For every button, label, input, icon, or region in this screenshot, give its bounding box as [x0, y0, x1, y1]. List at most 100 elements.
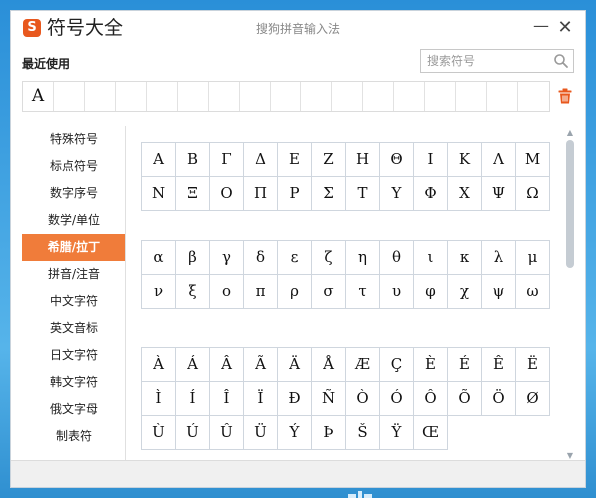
symbol-cell[interactable]: ρ — [278, 275, 312, 309]
symbol-cell[interactable]: Ë — [516, 348, 550, 382]
symbol-cell[interactable]: Ì — [142, 382, 176, 416]
recent-symbol-cell[interactable] — [332, 82, 364, 111]
symbol-cell[interactable]: ζ — [312, 241, 346, 275]
symbol-cell[interactable]: κ — [448, 241, 482, 275]
trash-icon[interactable] — [558, 88, 572, 104]
search-box[interactable] — [420, 49, 574, 73]
symbol-cell[interactable]: υ — [380, 275, 414, 309]
recent-symbol-cell[interactable] — [271, 82, 302, 111]
symbol-cell[interactable]: Η — [346, 143, 380, 177]
category-item[interactable]: 俄文字母 — [22, 396, 126, 423]
symbol-cell[interactable]: ι — [414, 241, 448, 275]
symbol-cell[interactable]: Ξ — [176, 177, 210, 211]
scrollbar[interactable]: ▲ ▼ — [564, 128, 576, 461]
recent-symbol-cell[interactable] — [301, 82, 333, 111]
symbol-cell[interactable]: Î — [210, 382, 244, 416]
recent-symbol-cell[interactable] — [487, 82, 518, 111]
recent-symbol-cell[interactable] — [178, 82, 209, 111]
symbol-cell[interactable]: Ω — [516, 177, 550, 211]
symbol-cell[interactable]: Τ — [346, 177, 380, 211]
symbol-cell[interactable]: Ü — [244, 416, 278, 450]
symbol-cell[interactable]: Ÿ — [380, 416, 414, 450]
recent-symbol-cell[interactable] — [147, 82, 178, 111]
symbol-cell[interactable]: Í — [176, 382, 210, 416]
symbol-cell[interactable]: Â — [210, 348, 244, 382]
symbol-cell[interactable]: μ — [516, 241, 550, 275]
symbol-cell[interactable]: β — [176, 241, 210, 275]
recent-symbol-cell[interactable] — [456, 82, 488, 111]
category-item[interactable]: 日文字符 — [22, 342, 126, 369]
recent-symbol-cell[interactable] — [116, 82, 147, 111]
category-item[interactable]: 数字序号 — [22, 180, 126, 207]
symbol-cell[interactable]: λ — [482, 241, 516, 275]
recent-symbol-cell[interactable] — [240, 82, 271, 111]
category-item[interactable]: 英文音标 — [22, 315, 126, 342]
symbol-cell[interactable]: Γ — [210, 143, 244, 177]
recent-symbol-cell[interactable] — [363, 82, 395, 111]
symbol-cell[interactable]: Π — [244, 177, 278, 211]
symbol-cell[interactable]: É — [448, 348, 482, 382]
symbol-cell[interactable]: γ — [210, 241, 244, 275]
recent-symbol-cell[interactable] — [54, 82, 85, 111]
symbol-cell[interactable]: ο — [210, 275, 244, 309]
symbol-cell[interactable]: ψ — [482, 275, 516, 309]
symbol-cell[interactable]: Χ — [448, 177, 482, 211]
symbol-cell[interactable]: Σ — [312, 177, 346, 211]
symbol-cell[interactable]: Š — [346, 416, 380, 450]
symbol-cell[interactable]: σ — [312, 275, 346, 309]
scrollbar-thumb[interactable] — [566, 140, 574, 268]
symbol-cell[interactable]: È — [414, 348, 448, 382]
symbol-cell[interactable]: Ò — [346, 382, 380, 416]
symbol-cell[interactable]: Λ — [482, 143, 516, 177]
symbol-cell[interactable]: Ý — [278, 416, 312, 450]
category-item[interactable]: 希腊/拉丁 — [22, 234, 126, 261]
category-item[interactable]: 中文字符 — [22, 288, 126, 315]
symbol-cell[interactable]: τ — [346, 275, 380, 309]
symbol-cell[interactable]: Α — [142, 143, 176, 177]
symbol-cell[interactable]: Ç — [380, 348, 414, 382]
category-item[interactable]: 数学/单位 — [22, 207, 126, 234]
category-item[interactable]: 特殊符号 — [22, 126, 126, 153]
symbol-cell[interactable]: Þ — [312, 416, 346, 450]
category-item[interactable]: 制表符 — [22, 423, 126, 450]
symbol-cell[interactable]: Ι — [414, 143, 448, 177]
symbol-cell[interactable]: Κ — [448, 143, 482, 177]
symbol-cell[interactable]: Θ — [380, 143, 414, 177]
search-icon[interactable] — [553, 53, 569, 69]
symbol-cell[interactable]: Ú — [176, 416, 210, 450]
symbol-cell[interactable]: Ê — [482, 348, 516, 382]
symbol-cell[interactable]: Á — [176, 348, 210, 382]
symbol-cell[interactable]: Ε — [278, 143, 312, 177]
symbol-cell[interactable]: Ψ — [482, 177, 516, 211]
symbol-cell[interactable]: α — [142, 241, 176, 275]
symbol-cell[interactable]: δ — [244, 241, 278, 275]
symbol-cell[interactable]: ε — [278, 241, 312, 275]
symbol-cell[interactable]: Ô — [414, 382, 448, 416]
symbol-cell[interactable]: Ñ — [312, 382, 346, 416]
minimize-button[interactable]: — — [531, 16, 551, 36]
symbol-cell[interactable]: φ — [414, 275, 448, 309]
symbol-cell[interactable]: Û — [210, 416, 244, 450]
recent-symbol-cell[interactable] — [85, 82, 116, 111]
symbol-cell[interactable]: Ù — [142, 416, 176, 450]
symbol-cell[interactable]: Ø — [516, 382, 550, 416]
recent-symbol-cell[interactable] — [394, 82, 426, 111]
category-item[interactable]: 拼音/注音 — [22, 261, 126, 288]
scroll-up-arrow-icon[interactable]: ▲ — [564, 128, 576, 138]
symbol-cell[interactable]: ω — [516, 275, 550, 309]
recent-symbol-cell[interactable] — [209, 82, 240, 111]
symbol-cell[interactable]: π — [244, 275, 278, 309]
symbol-cell[interactable]: Ö — [482, 382, 516, 416]
symbol-cell[interactable]: À — [142, 348, 176, 382]
symbol-cell[interactable]: Δ — [244, 143, 278, 177]
symbol-cell[interactable]: Õ — [448, 382, 482, 416]
symbol-cell[interactable]: Ζ — [312, 143, 346, 177]
symbol-cell[interactable]: Φ — [414, 177, 448, 211]
search-input[interactable] — [427, 53, 547, 69]
symbol-cell[interactable]: Å — [312, 348, 346, 382]
close-button[interactable]: ✕ — [555, 18, 575, 38]
recent-symbol-cell[interactable]: A — [23, 82, 54, 111]
symbol-cell[interactable]: Μ — [516, 143, 550, 177]
symbol-cell[interactable]: Ρ — [278, 177, 312, 211]
symbol-cell[interactable]: Ó — [380, 382, 414, 416]
